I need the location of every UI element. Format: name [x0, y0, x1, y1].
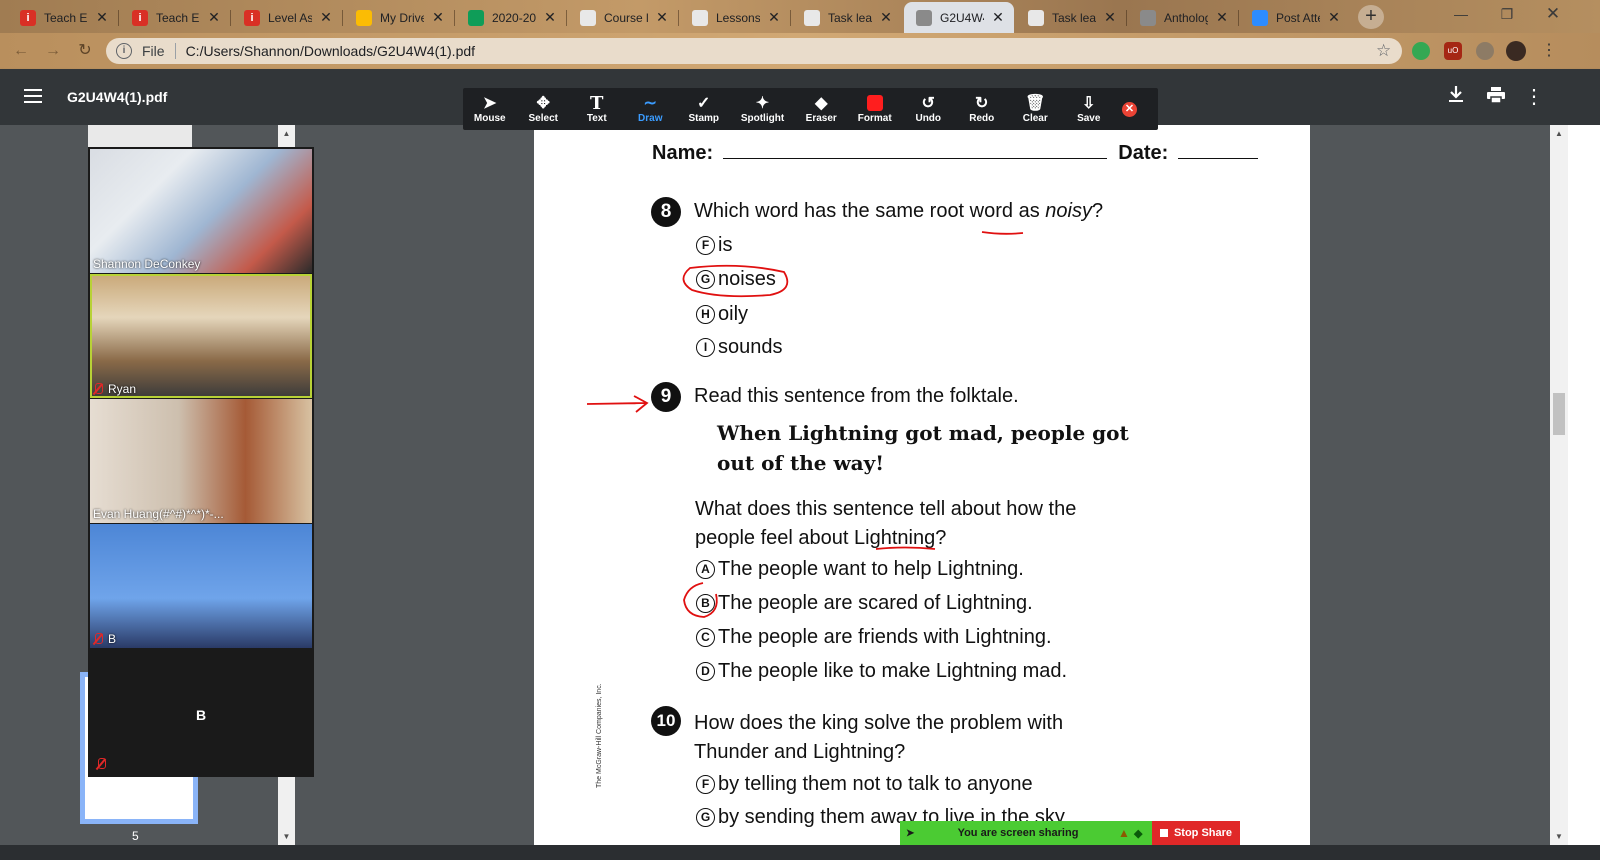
save-download-icon: ⇩: [1082, 95, 1096, 112]
no-video-mute: [96, 757, 111, 775]
stop-share-label: Stop Share: [1173, 827, 1233, 839]
muted-mic-icon: [96, 758, 106, 770]
tool-spotlight[interactable]: ✦ Spotlight: [731, 88, 795, 130]
tool-stamp[interactable]: ✓ Stamp: [677, 88, 731, 130]
ink-underline-word: [981, 231, 1024, 235]
participant-label: Ryan: [93, 382, 136, 396]
tool-label: Eraser: [805, 113, 837, 124]
tool-select[interactable]: ✥ Select: [517, 88, 571, 130]
tool-label: Save: [1077, 113, 1101, 124]
stop-square-icon: [1159, 829, 1168, 837]
participant-label: B: [93, 632, 116, 646]
video-tile[interactable]: Evan Huang(#^#)*^*)*-...: [90, 399, 312, 523]
stop-share-button[interactable]: Stop Share: [1152, 821, 1240, 845]
participant-name: B: [108, 632, 117, 646]
tool-label: Spotlight: [740, 113, 785, 124]
participant-label: Shannon DeConkey: [93, 257, 200, 271]
video-tile-active-speaker[interactable]: Ryan: [90, 274, 312, 398]
tool-clear[interactable]: 🗑 Clear: [1009, 88, 1063, 130]
muted-mic-icon: [93, 633, 103, 645]
tool-label: Redo: [969, 113, 995, 124]
video-tile[interactable]: B: [90, 524, 312, 648]
network-icon: ▲: [1118, 826, 1130, 840]
no-video-name: B: [195, 707, 207, 723]
tool-label: Stamp: [688, 113, 720, 124]
ink-arrow-q9: [586, 395, 649, 413]
trash-icon: 🗑: [1025, 95, 1046, 112]
move-arrows-icon: ✥: [536, 95, 550, 112]
tool-label: Format: [857, 113, 892, 124]
color-swatch-icon: [863, 93, 887, 113]
participant-label: Evan Huang(#^#)*^*)*-...: [93, 507, 224, 521]
share-status-text: You are screen sharing: [957, 827, 1079, 839]
draw-squiggle-icon: ∼: [643, 95, 657, 112]
checkmark-icon: ✓: [697, 95, 711, 112]
tool-text[interactable]: T Text: [570, 88, 624, 130]
undo-icon: ↺: [921, 95, 935, 112]
drag-handle-icon[interactable]: ➤: [906, 828, 918, 839]
zoom-video-gallery[interactable]: Shannon DeConkey Ryan Evan Huang(#^#)*^*…: [88, 147, 314, 777]
eraser-icon: ◆: [815, 95, 828, 112]
mouse-pointer-icon: ➤: [483, 95, 497, 112]
participant-name: Ryan: [108, 382, 137, 396]
muted-mic-icon: [93, 383, 103, 395]
taskbar-edge: [0, 845, 1600, 860]
ink-circle-b: [683, 582, 718, 618]
tool-format[interactable]: Format: [848, 88, 902, 130]
ink-circle-noises: [682, 264, 789, 298]
participant-name: Evan Huang(#^#)*^*)*-...: [93, 507, 224, 521]
tool-label: Mouse: [473, 113, 506, 124]
participant-name: Shannon DeConkey: [93, 257, 201, 271]
magic-wand-icon: ✦: [755, 95, 770, 112]
tool-eraser[interactable]: ◆ Eraser: [795, 88, 849, 130]
tool-undo[interactable]: ↺ Undo: [902, 88, 956, 130]
annotation-close-button[interactable]: ✕: [1116, 88, 1144, 130]
tool-mouse[interactable]: ➤ Mouse: [463, 88, 517, 130]
tool-save[interactable]: ⇩ Save: [1062, 88, 1116, 130]
video-tile[interactable]: Shannon DeConkey: [90, 149, 312, 273]
tool-label: Clear: [1022, 113, 1048, 124]
text-t-icon: T: [590, 92, 604, 114]
tool-label: Select: [528, 113, 558, 124]
close-x-icon: ✕: [1122, 101, 1137, 117]
share-status-panel[interactable]: ➤ You are screen sharing ▲ ◆: [900, 821, 1152, 845]
tool-label: Draw: [638, 113, 663, 124]
ink-underline-lightning: [875, 546, 936, 550]
tool-label: Undo: [915, 113, 942, 124]
annotation-toolbar: ➤ Mouse ✥ Select T Text ∼ Draw ✓ Stamp ✦ Spotl…: [463, 88, 1158, 130]
shield-icon: ◆: [1134, 827, 1143, 840]
tool-label: Text: [586, 113, 607, 124]
redo-icon: ↻: [975, 95, 989, 112]
tool-redo[interactable]: ↻ Redo: [955, 88, 1009, 130]
screen-share-bar: ➤ You are screen sharing ▲ ◆ Stop Share: [900, 821, 1240, 845]
tool-draw[interactable]: ∼ Draw: [624, 88, 678, 130]
